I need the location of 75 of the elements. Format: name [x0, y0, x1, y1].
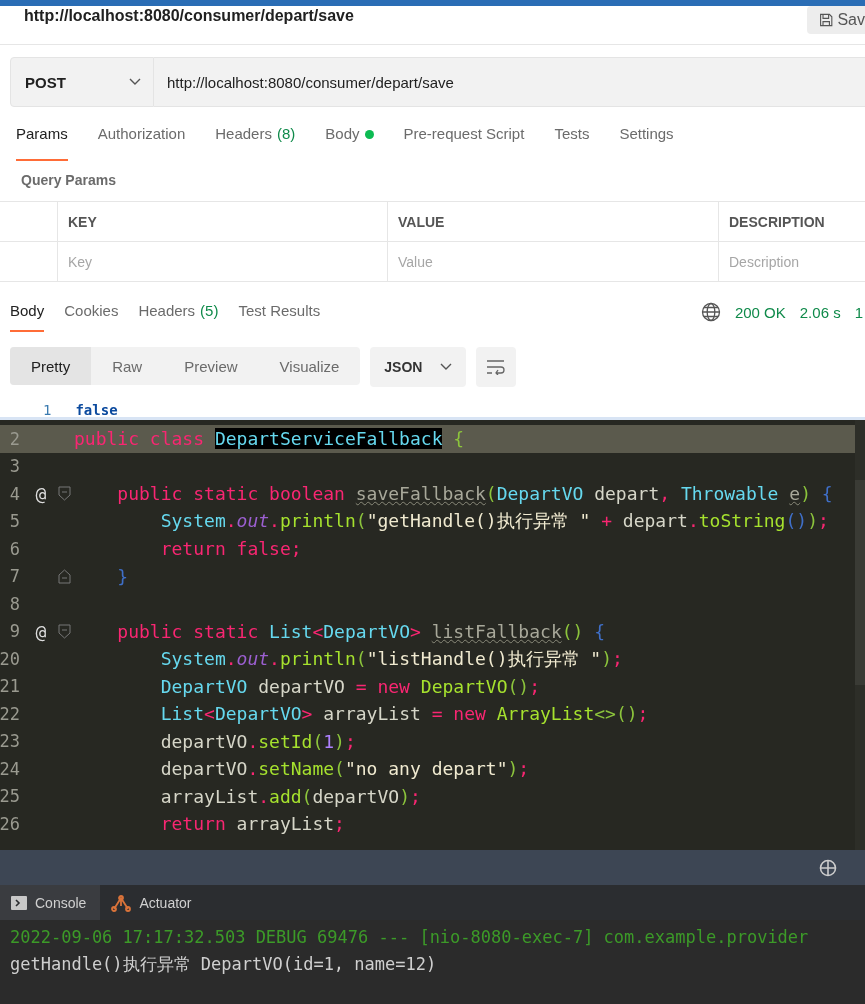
code-line: arrayList.add(departVO);	[159, 785, 421, 807]
method-dropdown[interactable]: POST	[10, 57, 154, 107]
request-tab[interactable]: Pre-request Script	[403, 125, 525, 161]
request-tab[interactable]: Headers (8)	[215, 125, 296, 161]
line-number: 2	[8, 428, 20, 449]
view-option[interactable]: Raw	[91, 347, 164, 385]
line-number: 8	[8, 593, 20, 614]
view-option[interactable]: Preview	[163, 347, 259, 385]
request-tab[interactable]: Tests	[554, 125, 590, 161]
response-tab[interactable]: Headers (5)	[138, 302, 219, 332]
code-line: departVO.setName("no any depart");	[159, 758, 530, 780]
console-tab[interactable]: Actuator	[100, 885, 206, 920]
request-tab[interactable]: Settings	[619, 125, 674, 161]
console-tab[interactable]: Console	[0, 885, 101, 920]
console-line: 2022-09-06 17:17:32.503 DEBUG 69476 --- [nio-8080-exec-7] com.example.provider	[10, 926, 810, 949]
code-line: DepartVO departVO = new DepartVO();	[159, 675, 541, 697]
request-tab[interactable]: Authorization	[97, 125, 186, 161]
code-line: }	[116, 565, 129, 587]
response-time: 2.06 s	[799, 303, 841, 321]
view-option[interactable]: Visualize	[258, 347, 361, 385]
line-number: 7	[8, 566, 20, 587]
request-tab[interactable]: Params	[16, 125, 68, 161]
line-number: 6	[8, 538, 20, 559]
section-title: Query Params	[20, 171, 117, 190]
annotation-marker[interactable]: @	[26, 483, 56, 505]
line-number: 9	[8, 621, 20, 642]
request-title: http://localhost:8080/consumer/depart/save	[23, 6, 354, 25]
save-icon	[819, 11, 834, 29]
chevron-down-icon	[129, 78, 141, 86]
view-option[interactable]: Pretty	[10, 347, 92, 385]
code-line: return false;	[159, 538, 302, 560]
terminal-icon	[11, 895, 27, 910]
code-line: departVO.setId(1);	[159, 730, 356, 752]
response-tab[interactable]: Cookies	[64, 302, 119, 332]
wrap-button[interactable]	[476, 347, 517, 387]
code-line: System.out.println("listHandle()执行异常 ");	[159, 646, 623, 671]
param-field[interactable]: Key	[57, 242, 387, 282]
globe-icon[interactable]	[700, 302, 721, 322]
chevron-down-icon	[440, 363, 453, 371]
line-number: 1	[43, 402, 52, 417]
code-line: System.out.println("getHandle()执行异常 " + depart.toString());	[159, 509, 829, 534]
format-dropdown[interactable]: JSON	[370, 347, 467, 387]
console-line: getHandle()执行异常 DepartVO(id=1, name=12)	[10, 953, 438, 976]
code-line: public class DepartServiceFallback {	[74, 428, 465, 450]
response-tab[interactable]: Test Results	[238, 302, 321, 332]
code-line: public static List<DepartVO> listFallback() {	[116, 620, 606, 642]
status-code: 200 OK	[734, 303, 786, 321]
response-size: 1	[854, 303, 863, 321]
nodes-icon	[111, 893, 132, 912]
code-line: List<DepartVO> arrayList = new ArrayList<>();	[159, 703, 649, 725]
fold-icon[interactable]	[58, 568, 71, 584]
line-number: 21	[0, 676, 20, 697]
crosshair-icon[interactable]	[819, 858, 837, 877]
fold-icon[interactable]	[58, 623, 71, 639]
code-line: public static boolean saveFallback(DepartVO depart, Throwable e) {	[116, 483, 833, 505]
line-number: 26	[0, 813, 20, 834]
response-tab[interactable]: Body	[10, 302, 45, 332]
code-line: return arrayList;	[159, 813, 345, 835]
wrap-lines-icon	[486, 359, 507, 375]
response-value: false	[75, 402, 118, 417]
param-field[interactable]: Value	[387, 242, 718, 282]
annotation-marker[interactable]: @	[26, 620, 56, 642]
param-field[interactable]: Description	[718, 242, 865, 282]
line-number: 3	[8, 456, 20, 477]
line-number: 23	[0, 731, 20, 752]
line-number: 5	[8, 511, 20, 532]
request-tab[interactable]: Body	[325, 125, 374, 161]
line-number: 22	[0, 703, 20, 724]
line-number: 4	[8, 483, 20, 504]
line-number: 25	[0, 786, 20, 807]
line-number: 24	[0, 758, 20, 779]
line-number: 20	[0, 648, 20, 669]
save-button[interactable]: Sav	[807, 6, 865, 34]
url-field[interactable]: http://localhost:8080/consumer/depart/save	[154, 57, 865, 107]
fold-icon[interactable]	[58, 486, 71, 502]
